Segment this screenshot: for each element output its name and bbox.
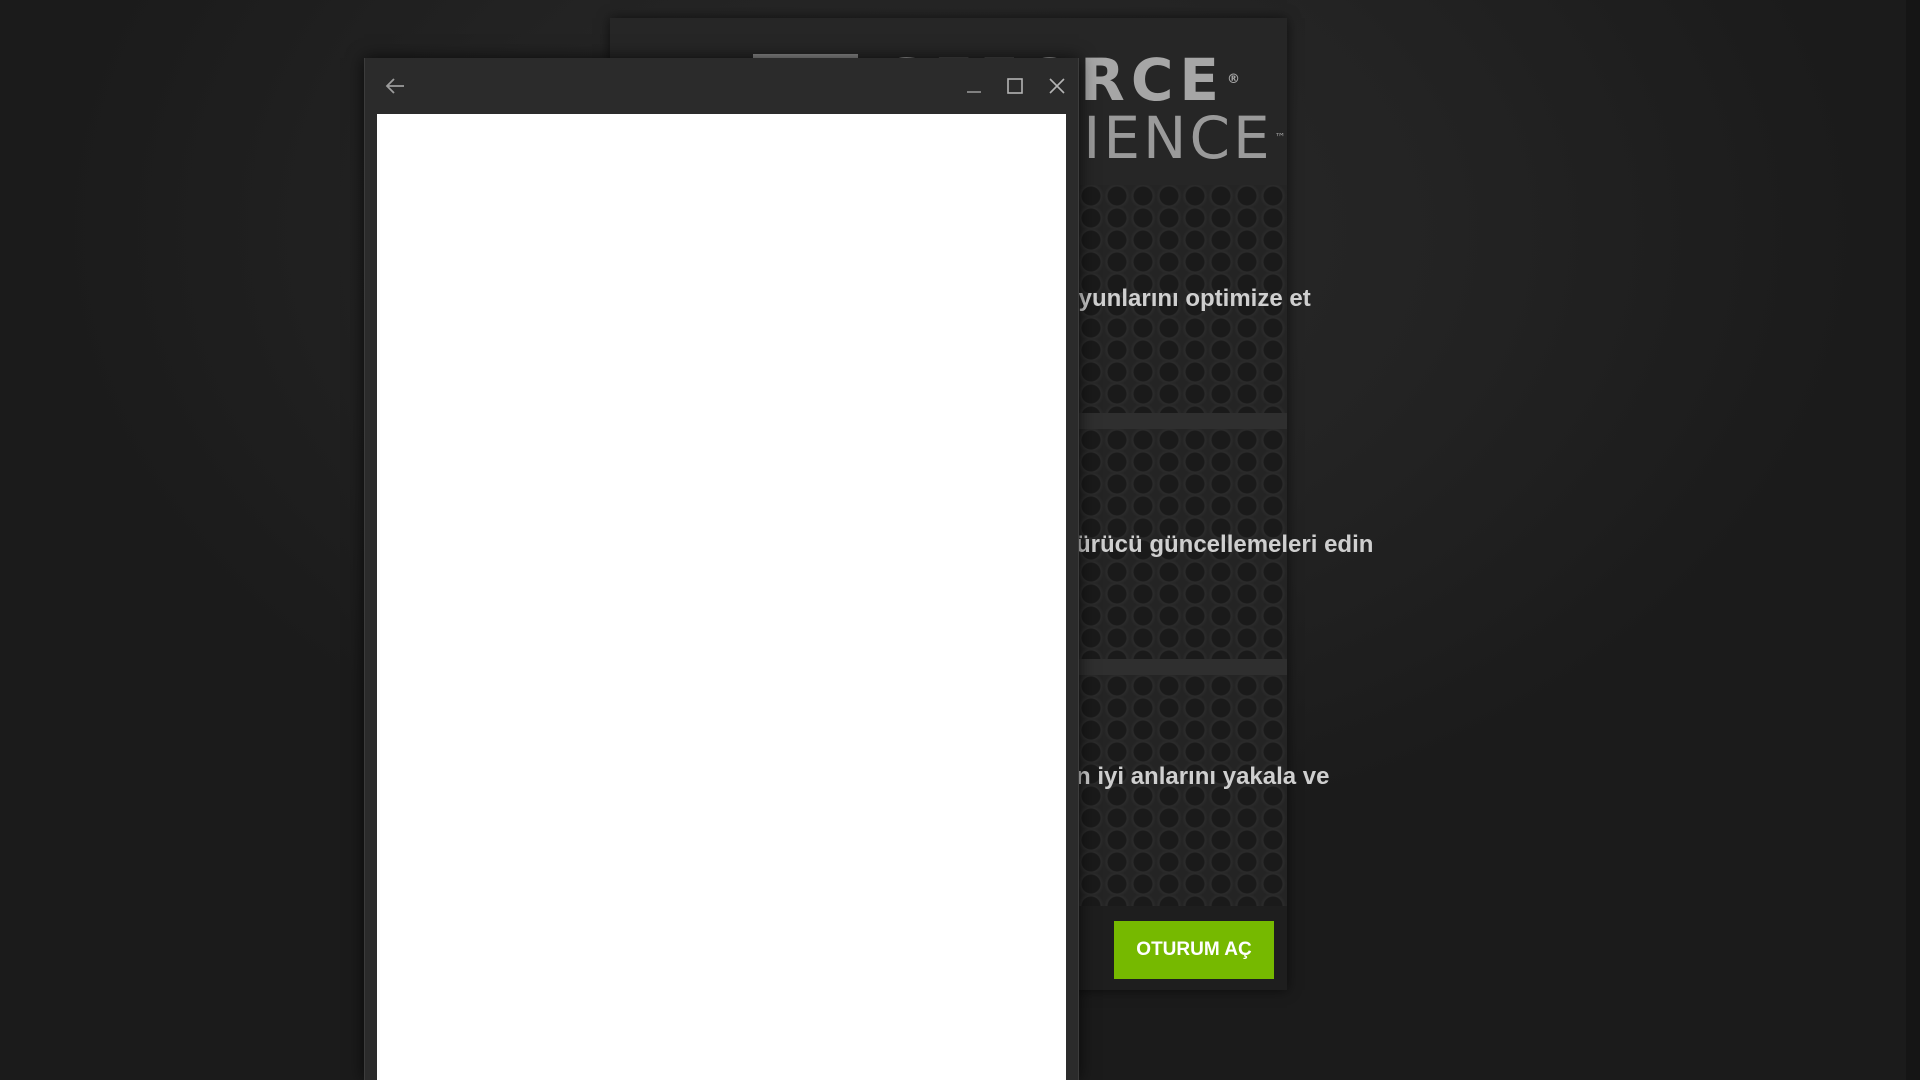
minimize-icon <box>967 91 981 93</box>
arrow-left-icon <box>385 78 404 94</box>
login-popup-window <box>364 58 1079 1080</box>
feature-text: Oyunlarını optimize et <box>1060 285 1311 312</box>
back-button[interactable] <box>379 70 411 102</box>
desktop-edge <box>1906 0 1920 1080</box>
close-button[interactable] <box>1041 70 1073 102</box>
close-icon <box>1049 78 1065 94</box>
popup-titlebar[interactable] <box>365 58 1078 114</box>
login-button[interactable]: OTURUM AÇ <box>1114 921 1274 979</box>
trademark-mark: ™ <box>1274 131 1286 144</box>
registered-mark: ® <box>1227 72 1240 87</box>
maximize-icon <box>1007 78 1023 94</box>
maximize-button[interactable] <box>999 70 1031 102</box>
popup-content-blank[interactable] <box>377 114 1066 1080</box>
feature-text: Sürücü güncellemeleri edin <box>1060 531 1374 558</box>
minimize-button[interactable] <box>958 70 990 102</box>
feature-text: En iyi anlarını yakala ve <box>1060 763 1330 790</box>
